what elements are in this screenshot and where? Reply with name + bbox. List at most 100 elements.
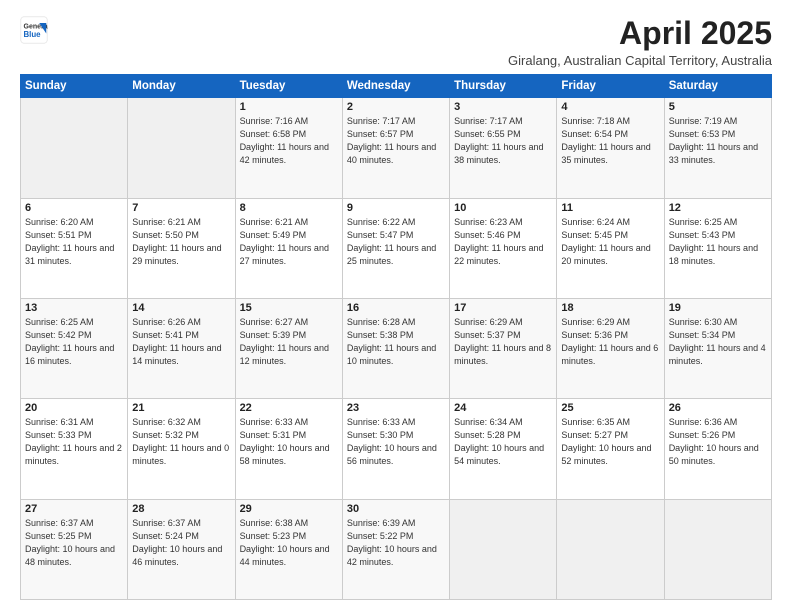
day-number: 14 xyxy=(132,302,230,314)
subtitle: Giralang, Australian Capital Territory, … xyxy=(508,53,772,68)
day-info: Sunrise: 6:33 AM Sunset: 5:30 PM Dayligh… xyxy=(347,416,445,468)
table-row: 2 Sunrise: 7:17 AM Sunset: 6:57 PM Daylig… xyxy=(342,98,449,198)
table-row: 21 Sunrise: 6:32 AM Sunset: 5:32 PM Dayli… xyxy=(128,399,235,499)
day-number: 22 xyxy=(240,402,338,414)
svg-text:Blue: Blue xyxy=(24,30,42,39)
day-info: Sunrise: 6:30 AM Sunset: 5:34 PM Dayligh… xyxy=(669,316,767,368)
day-info: Sunrise: 6:37 AM Sunset: 5:24 PM Dayligh… xyxy=(132,517,230,569)
day-info: Sunrise: 6:25 AM Sunset: 5:42 PM Dayligh… xyxy=(25,316,123,368)
day-info: Sunrise: 7:19 AM Sunset: 6:53 PM Dayligh… xyxy=(669,115,767,167)
day-number: 20 xyxy=(25,402,123,414)
table-row: 11 Sunrise: 6:24 AM Sunset: 5:45 PM Dayli… xyxy=(557,198,664,298)
day-number: 18 xyxy=(561,302,659,314)
day-number: 9 xyxy=(347,202,445,214)
day-number: 16 xyxy=(347,302,445,314)
day-info: Sunrise: 6:36 AM Sunset: 5:26 PM Dayligh… xyxy=(669,416,767,468)
table-row: 30 Sunrise: 6:39 AM Sunset: 5:22 PM Dayli… xyxy=(342,499,449,599)
day-number: 13 xyxy=(25,302,123,314)
day-number: 21 xyxy=(132,402,230,414)
table-row: 10Sunrise: 6:23 AM Sunset: 5:46 PM Dayli… xyxy=(450,198,557,298)
day-info: Sunrise: 6:39 AM Sunset: 5:22 PM Dayligh… xyxy=(347,517,445,569)
table-row: 9 Sunrise: 6:22 AM Sunset: 5:47 PM Daylig… xyxy=(342,198,449,298)
table-row: 17 Sunrise: 6:29 AM Sunset: 5:37 PM Dayli… xyxy=(450,298,557,398)
day-info: Sunrise: 6:37 AM Sunset: 5:25 PM Dayligh… xyxy=(25,517,123,569)
table-row: 13 Sunrise: 6:25 AM Sunset: 5:42 PM Dayli… xyxy=(21,298,128,398)
day-number: 23 xyxy=(347,402,445,414)
day-info: Sunrise: 6:24 AM Sunset: 5:45 PM Dayligh… xyxy=(561,216,659,268)
calendar-body: 1 Sunrise: 7:16 AM Sunset: 6:58 PM Daylig… xyxy=(21,98,772,600)
day-info: Sunrise: 6:21 AM Sunset: 5:50 PM Dayligh… xyxy=(132,216,230,268)
col-thursday: Thursday xyxy=(450,75,557,98)
day-number: 15 xyxy=(240,302,338,314)
table-row xyxy=(557,499,664,599)
day-info: Sunrise: 7:18 AM Sunset: 6:54 PM Dayligh… xyxy=(561,115,659,167)
day-number: 2 xyxy=(347,101,445,113)
table-row xyxy=(21,98,128,198)
calendar-week-row: 20 Sunrise: 6:31 AM Sunset: 5:33 PM Dayli… xyxy=(21,399,772,499)
col-friday: Friday xyxy=(557,75,664,98)
table-row: 19Sunrise: 6:30 AM Sunset: 5:34 PM Dayli… xyxy=(664,298,771,398)
day-info: Sunrise: 6:29 AM Sunset: 5:37 PM Dayligh… xyxy=(454,316,552,368)
table-row: 1 Sunrise: 7:16 AM Sunset: 6:58 PM Daylig… xyxy=(235,98,342,198)
day-info: Sunrise: 6:27 AM Sunset: 5:39 PM Dayligh… xyxy=(240,316,338,368)
table-row: 28 Sunrise: 6:37 AM Sunset: 5:24 PM Dayli… xyxy=(128,499,235,599)
day-number: 27 xyxy=(25,503,123,515)
table-row: 3 Sunrise: 7:17 AM Sunset: 6:55 PM Daylig… xyxy=(450,98,557,198)
table-row xyxy=(664,499,771,599)
month-title: April 2025 xyxy=(508,16,772,51)
day-number: 28 xyxy=(132,503,230,515)
day-number: 5 xyxy=(669,101,767,113)
day-info: Sunrise: 6:25 AM Sunset: 5:43 PM Dayligh… xyxy=(669,216,767,268)
table-row: 25 Sunrise: 6:35 AM Sunset: 5:27 PM Dayli… xyxy=(557,399,664,499)
day-info: Sunrise: 6:22 AM Sunset: 5:47 PM Dayligh… xyxy=(347,216,445,268)
day-info: Sunrise: 6:21 AM Sunset: 5:49 PM Dayligh… xyxy=(240,216,338,268)
day-number: 12 xyxy=(669,202,767,214)
day-info: Sunrise: 6:38 AM Sunset: 5:23 PM Dayligh… xyxy=(240,517,338,569)
col-tuesday: Tuesday xyxy=(235,75,342,98)
table-row: 4 Sunrise: 7:18 AM Sunset: 6:54 PM Daylig… xyxy=(557,98,664,198)
day-info: Sunrise: 6:32 AM Sunset: 5:32 PM Dayligh… xyxy=(132,416,230,468)
day-info: Sunrise: 6:31 AM Sunset: 5:33 PM Dayligh… xyxy=(25,416,123,468)
day-number: 25 xyxy=(561,402,659,414)
table-row: 22 Sunrise: 6:33 AM Sunset: 5:31 PM Dayli… xyxy=(235,399,342,499)
table-row: 8 Sunrise: 6:21 AM Sunset: 5:49 PM Daylig… xyxy=(235,198,342,298)
day-info: Sunrise: 6:34 AM Sunset: 5:28 PM Dayligh… xyxy=(454,416,552,468)
day-number: 4 xyxy=(561,101,659,113)
table-row: 14 Sunrise: 6:26 AM Sunset: 5:41 PM Dayli… xyxy=(128,298,235,398)
day-number: 7 xyxy=(132,202,230,214)
day-number: 1 xyxy=(240,101,338,113)
day-number: 6 xyxy=(25,202,123,214)
day-info: Sunrise: 7:17 AM Sunset: 6:55 PM Dayligh… xyxy=(454,115,552,167)
page: General Blue April 2025 Giralang, Austra… xyxy=(0,0,792,612)
day-info: Sunrise: 6:35 AM Sunset: 5:27 PM Dayligh… xyxy=(561,416,659,468)
calendar-week-row: 1 Sunrise: 7:16 AM Sunset: 6:58 PM Daylig… xyxy=(21,98,772,198)
logo-icon: General Blue xyxy=(20,16,48,44)
table-row: 24Sunrise: 6:34 AM Sunset: 5:28 PM Dayli… xyxy=(450,399,557,499)
day-number: 17 xyxy=(454,302,552,314)
day-number: 29 xyxy=(240,503,338,515)
table-row: 6Sunrise: 6:20 AM Sunset: 5:51 PM Daylig… xyxy=(21,198,128,298)
table-row: 18 Sunrise: 6:29 AM Sunset: 5:36 PM Dayli… xyxy=(557,298,664,398)
day-info: Sunrise: 6:29 AM Sunset: 5:36 PM Dayligh… xyxy=(561,316,659,368)
day-number: 8 xyxy=(240,202,338,214)
table-row: 29 Sunrise: 6:38 AM Sunset: 5:23 PM Dayli… xyxy=(235,499,342,599)
day-number: 3 xyxy=(454,101,552,113)
day-info: Sunrise: 7:16 AM Sunset: 6:58 PM Dayligh… xyxy=(240,115,338,167)
table-row xyxy=(128,98,235,198)
title-block: April 2025 Giralang, Australian Capital … xyxy=(508,16,772,68)
table-row: 7 Sunrise: 6:21 AM Sunset: 5:50 PM Daylig… xyxy=(128,198,235,298)
day-number: 30 xyxy=(347,503,445,515)
day-number: 10 xyxy=(454,202,552,214)
table-row: 5 Sunrise: 7:19 AM Sunset: 6:53 PM Daylig… xyxy=(664,98,771,198)
day-info: Sunrise: 6:26 AM Sunset: 5:41 PM Dayligh… xyxy=(132,316,230,368)
day-info: Sunrise: 7:17 AM Sunset: 6:57 PM Dayligh… xyxy=(347,115,445,167)
table-row: 23 Sunrise: 6:33 AM Sunset: 5:30 PM Dayli… xyxy=(342,399,449,499)
day-number: 11 xyxy=(561,202,659,214)
table-row: 27 Sunrise: 6:37 AM Sunset: 5:25 PM Dayli… xyxy=(21,499,128,599)
day-number: 26 xyxy=(669,402,767,414)
day-info: Sunrise: 6:28 AM Sunset: 5:38 PM Dayligh… xyxy=(347,316,445,368)
table-row: 20 Sunrise: 6:31 AM Sunset: 5:33 PM Dayli… xyxy=(21,399,128,499)
day-info: Sunrise: 6:33 AM Sunset: 5:31 PM Dayligh… xyxy=(240,416,338,468)
col-saturday: Saturday xyxy=(664,75,771,98)
header: General Blue April 2025 Giralang, Austra… xyxy=(20,16,772,68)
